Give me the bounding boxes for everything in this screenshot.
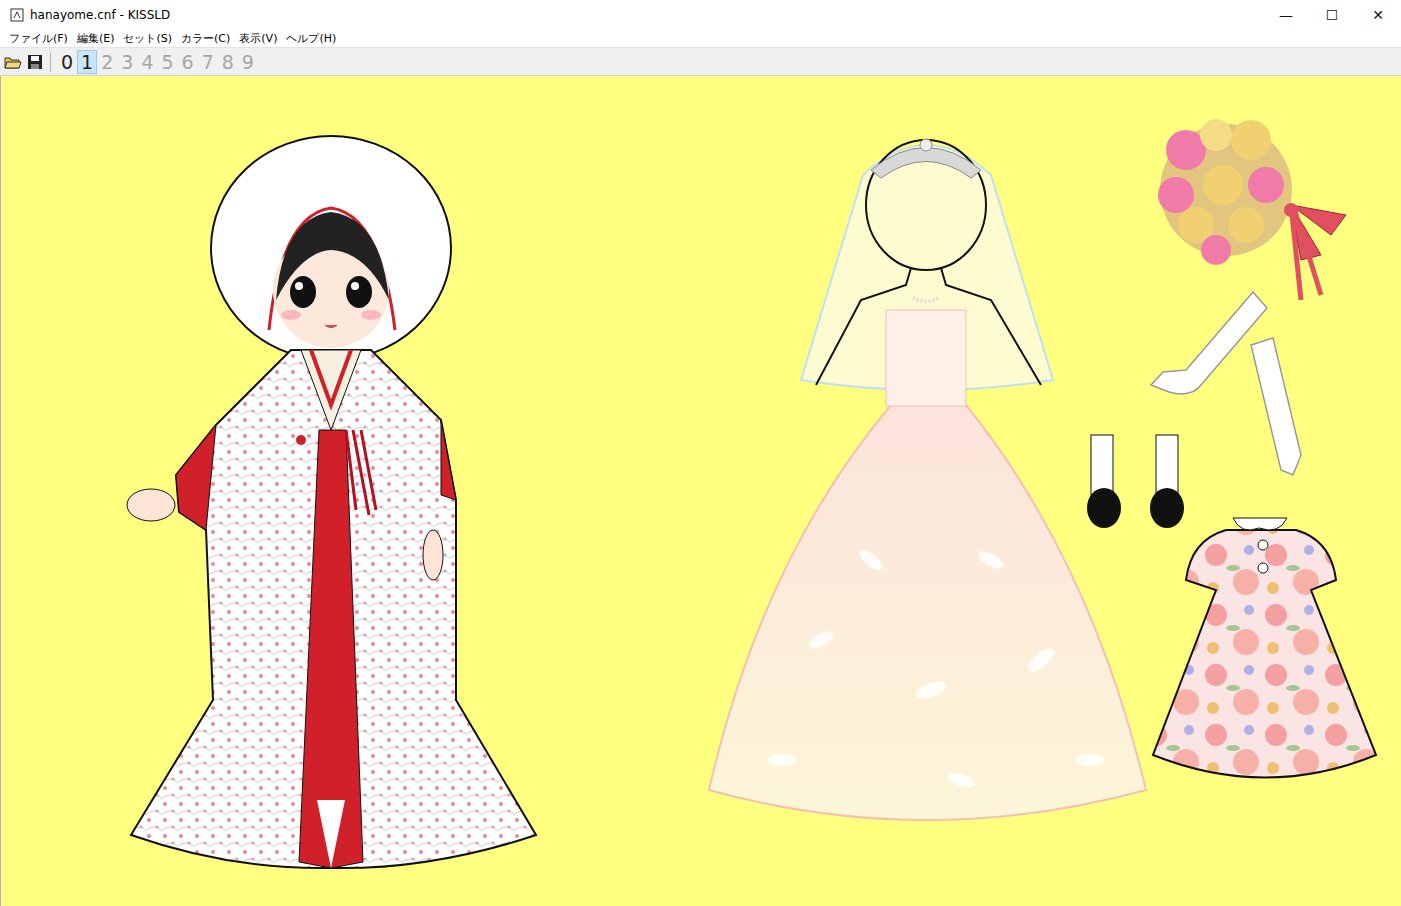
maximize-button[interactable]: ☐ [1309, 0, 1355, 30]
toolbar-separator [50, 52, 51, 72]
menu-item[interactable]: ファイル(F) [6, 30, 74, 47]
menu-item[interactable]: カラー(C) [178, 30, 236, 47]
wedding-dress[interactable] [709, 139, 1146, 820]
kissld-window: hanayome.cnf - KISSLD —☐✕ ファイル(F)編集(E)セッ… [0, 0, 1401, 906]
title-bar[interactable]: hanayome.cnf - KISSLD —☐✕ [0, 0, 1401, 30]
app-icon [10, 8, 24, 22]
cel-layer [1, 76, 1401, 906]
menu-item[interactable]: セット(S) [120, 30, 178, 47]
minimize-button[interactable]: — [1263, 0, 1309, 30]
toolbar: 0123456789 [0, 47, 1401, 76]
set-button: 2 [97, 50, 117, 74]
menu-bar: ファイル(F)編集(E)セット(S)カラー(C)表示(V)ヘルプ(H) [0, 30, 1401, 47]
set-button: 8 [218, 50, 238, 74]
set-button[interactable]: 0 [57, 50, 77, 74]
window-title: hanayome.cnf - KISSLD [30, 6, 1263, 24]
menu-item[interactable]: 表示(V) [236, 30, 283, 47]
set-button: 6 [178, 50, 198, 74]
menu-item[interactable]: 編集(E) [74, 30, 121, 47]
save-floppy-icon[interactable] [26, 53, 44, 71]
open-folder-icon[interactable] [4, 53, 22, 71]
close-button[interactable]: ✕ [1355, 0, 1401, 30]
set-button: 7 [198, 50, 218, 74]
menu-item[interactable]: ヘルプ(H) [283, 30, 342, 47]
floral-dress[interactable] [1153, 518, 1376, 778]
set-button: 4 [137, 50, 157, 74]
set-button: 5 [157, 50, 177, 74]
shoes[interactable] [1087, 435, 1184, 528]
doll-canvas [0, 76, 1401, 906]
bride-doll[interactable] [127, 136, 536, 868]
set-button[interactable]: 1 [77, 50, 97, 74]
set-button: 3 [117, 50, 137, 74]
bouquet[interactable] [1158, 119, 1346, 300]
set-button: 9 [238, 50, 258, 74]
